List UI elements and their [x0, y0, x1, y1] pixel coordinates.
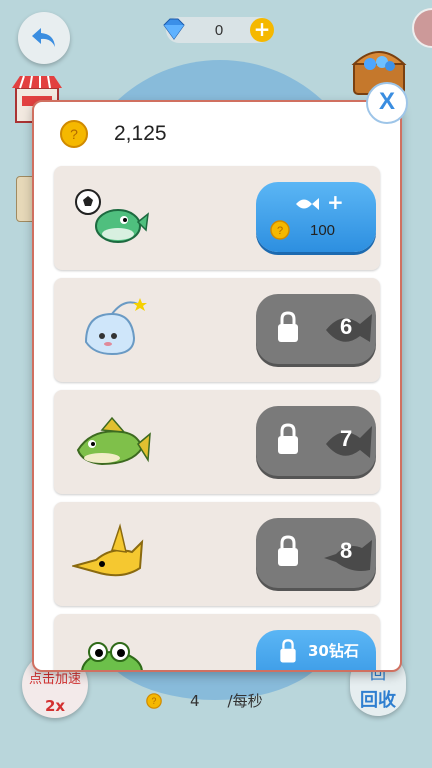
diamond-unlock-button[interactable]: 30钻石 [256, 630, 376, 670]
speed-multiplier: 2x [44, 697, 66, 715]
lock-icon [278, 535, 298, 566]
unlock-level: 7 [340, 426, 353, 451]
avatar[interactable] [412, 8, 432, 48]
green-bass-icon [76, 416, 151, 466]
unlock-level: 6 [340, 314, 353, 339]
income-rate: ? 4 /每秒 [146, 690, 263, 711]
unlock-level: 8 [340, 538, 353, 563]
gem-counter: 0 + [163, 17, 274, 43]
green-frog-fish-icon [81, 642, 143, 670]
diamond-price: 30钻石 [308, 642, 359, 660]
list-item: 7 [54, 390, 380, 494]
close-button[interactable]: X [366, 82, 408, 124]
lock-icon [280, 639, 296, 663]
fish-shop-panel: ? 2,125 + ? 100 6 7 8 30钻石 [32, 100, 402, 672]
buy-fish-button[interactable]: + ? 100 [256, 182, 376, 252]
list-item: 8 [54, 502, 380, 606]
locked-fish-button[interactable]: 7 [256, 406, 376, 476]
ghost-anglerfish-icon [84, 298, 147, 356]
lock-icon [278, 311, 298, 342]
back-button[interactable] [18, 12, 70, 64]
rate-value: 4 [190, 691, 200, 710]
yellow-swordfish-icon [72, 523, 144, 577]
lock-icon [278, 423, 298, 454]
add-gems-button[interactable]: + [250, 18, 274, 42]
add-fish-plus: + [326, 190, 344, 214]
coin-icon: ? [146, 692, 162, 709]
locked-fish-button[interactable]: 8 [256, 518, 376, 588]
coin-balance: ? 2,125 [60, 120, 167, 148]
svg-text:?: ? [152, 696, 157, 706]
svg-text:?: ? [70, 126, 78, 142]
coin-icon: ? [270, 220, 290, 240]
list-item: + ? 100 [54, 166, 380, 270]
coin-balance-value: 2,125 [114, 122, 167, 145]
svg-text:?: ? [277, 225, 283, 237]
anglerfish-with-ball-icon [75, 189, 149, 243]
list-item: 30钻石 [54, 614, 380, 670]
list-item: 6 [54, 278, 380, 382]
add-fish-label: + [294, 190, 344, 214]
diamond-icon [163, 18, 185, 40]
rate-unit: /每秒 [227, 692, 263, 710]
coin-icon: ? [60, 120, 88, 148]
back-arrow-icon [32, 28, 55, 47]
locked-fish-button[interactable]: 6 [256, 294, 376, 364]
recycle-label: 回收 [360, 690, 396, 711]
buy-price: 100 [310, 222, 336, 239]
fish-icon [296, 197, 319, 210]
